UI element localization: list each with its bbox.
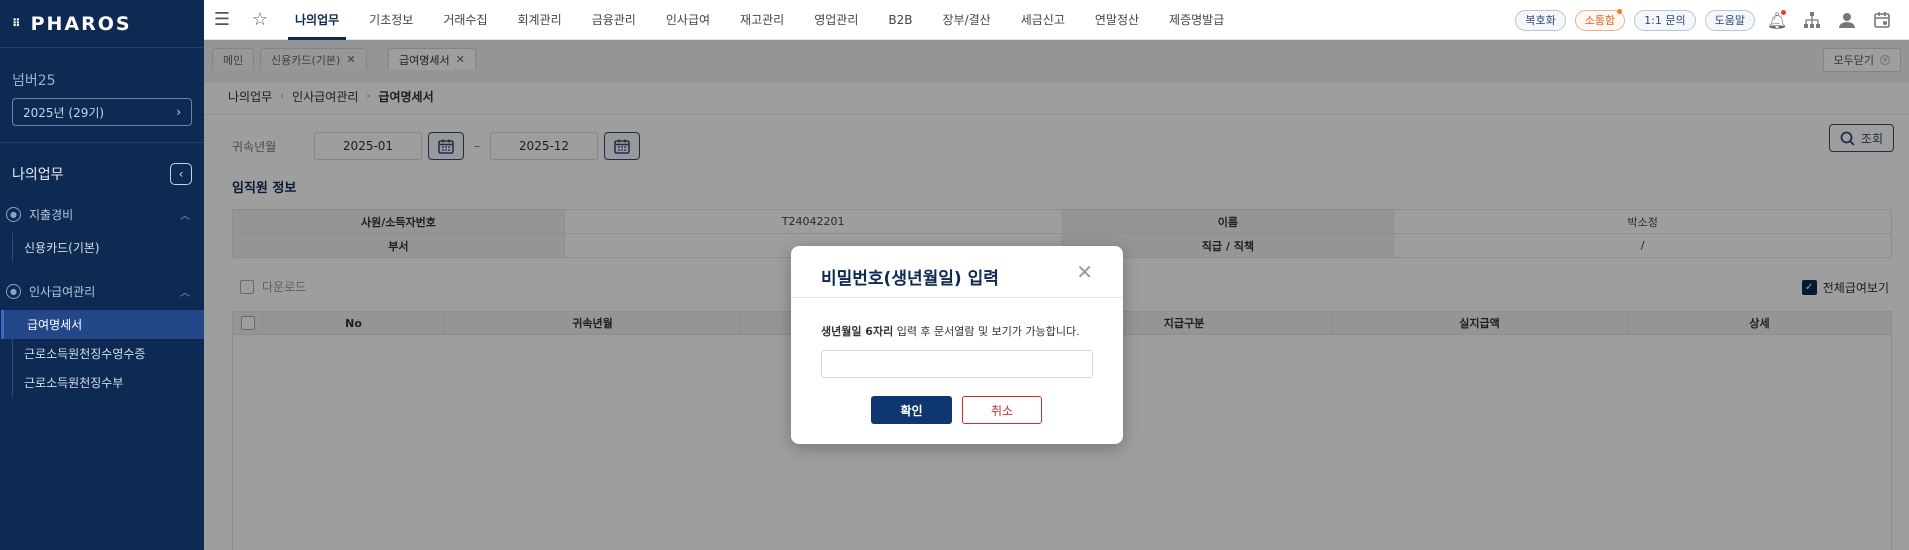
nav-transaction-collect[interactable]: 거래수집 [428, 0, 502, 40]
sidebar-group-label: 지출경비 [29, 207, 74, 222]
password-modal: 비밀번호(생년월일) 입력 ✕ 생년월일 6자리 입력 후 문서열람 및 보기가… [791, 246, 1123, 444]
sidebar-subitems-expense: 신용카드(기본) [12, 233, 204, 262]
menu-head: 나의업무 ‹ [0, 143, 204, 185]
message-box-label: 소통함 [1584, 14, 1616, 27]
notification-dot [1781, 10, 1786, 15]
close-icon[interactable]: ✕ [1076, 260, 1093, 284]
top-nav: ☰ ☆ 나의업무 기초정보 거래수집 회계관리 금융관리 인사급여 재고관리 영… [204, 0, 1909, 40]
nav-accounting[interactable]: 회계관리 [503, 0, 577, 40]
birthdate-password-input[interactable] [821, 350, 1093, 378]
corp-info: 넘버25 2025년 (29기) › [0, 48, 204, 126]
sidebar-item-payslip[interactable]: 급여명세서 [1, 310, 204, 339]
nav-my-work[interactable]: 나의업무 [280, 0, 354, 40]
nav-basic-info[interactable]: 기초정보 [354, 0, 428, 40]
notification-dot [1617, 8, 1623, 14]
sidebar-item-credit-card[interactable]: 신용카드(기본) [13, 233, 204, 262]
modal-desc-rest: 입력 후 문서열람 및 보기가 가능합니다. [893, 325, 1080, 338]
sidebar-item-withholding-receipt[interactable]: 근로소득원천징수영수증 [13, 339, 204, 368]
year-select-value: 2025년 (29기) [23, 105, 105, 120]
nav-sales[interactable]: 영업관리 [799, 0, 873, 40]
sidebar: ⠿ PHAROS 넘버25 2025년 (29기) › 나의업무 ‹ ● 지출경… [0, 0, 204, 550]
menu-group-icon: ● [6, 283, 21, 299]
chevron-up-icon: ︿ [180, 210, 190, 222]
menu-group-icon: ● [6, 206, 21, 222]
sidebar-subitems-payroll: 급여명세서 근로소득원천징수영수증 근로소득원천징수부 [1, 310, 204, 397]
logo[interactable]: ⠿ PHAROS [0, 0, 204, 48]
modal-divider [791, 297, 1123, 298]
nav-year-end[interactable]: 연말정산 [1080, 0, 1154, 40]
decrypt-button[interactable]: 복호화 [1515, 9, 1566, 31]
help-button[interactable]: 도움말 [1704, 9, 1755, 31]
sidebar-group-payroll[interactable]: ● 인사급여관리 ︿ [0, 278, 204, 304]
chevron-up-icon: ︿ [180, 287, 190, 299]
year-select[interactable]: 2025년 (29기) › [12, 98, 192, 126]
nav-tax-filing[interactable]: 세금신고 [1006, 0, 1080, 40]
modal-title: 비밀번호(생년월일) 입력 [821, 269, 999, 289]
settings-calendar-icon[interactable] [1869, 7, 1895, 33]
user-icon[interactable] [1834, 7, 1860, 33]
modal-desc-bold: 생년월일 6자리 [821, 325, 894, 338]
top-right-tools: 복호화 소통함 1:1 문의 도움말 🔔︎ [1515, 0, 1909, 40]
sidebar-group-label: 인사급여관리 [29, 284, 96, 299]
nav-hr-payroll[interactable]: 인사급여 [651, 0, 725, 40]
favorite-star-icon[interactable]: ☆ [240, 9, 280, 30]
nav-finance[interactable]: 금융관리 [577, 0, 651, 40]
sidebar-item-withholding-ledger[interactable]: 근로소득원천징수부 [13, 368, 204, 397]
logo-text: PHAROS [30, 12, 132, 35]
modal-description: 생년월일 6자리 입력 후 문서열람 및 보기가 가능합니다. [821, 323, 1080, 339]
sidebar-group-expense[interactable]: ● 지출경비 ︿ [0, 201, 204, 227]
inquiry-button[interactable]: 1:1 문의 [1634, 9, 1696, 31]
cancel-button[interactable]: 취소 [962, 396, 1042, 424]
nav-certificates[interactable]: 제증명발급 [1154, 0, 1239, 40]
org-chart-icon[interactable] [1799, 7, 1825, 33]
confirm-button[interactable]: 확인 [871, 396, 952, 424]
chevron-right-icon: › [176, 105, 181, 119]
logo-mark-icon: ⠿ [12, 17, 23, 30]
collapse-sidebar-button[interactable]: ‹ [170, 163, 192, 185]
corp-name: 넘버25 [12, 73, 56, 89]
nav-b2b[interactable]: B2B [873, 0, 927, 40]
menu-title: 나의업무 [12, 167, 64, 183]
bell-icon[interactable]: 🔔︎ [1764, 7, 1790, 33]
hamburger-menu-icon[interactable]: ☰ [204, 9, 240, 30]
message-box-button[interactable]: 소통함 [1574, 8, 1626, 31]
nav-inventory[interactable]: 재고관리 [725, 0, 799, 40]
nav-ledger-closing[interactable]: 장부/결산 [927, 0, 1005, 40]
